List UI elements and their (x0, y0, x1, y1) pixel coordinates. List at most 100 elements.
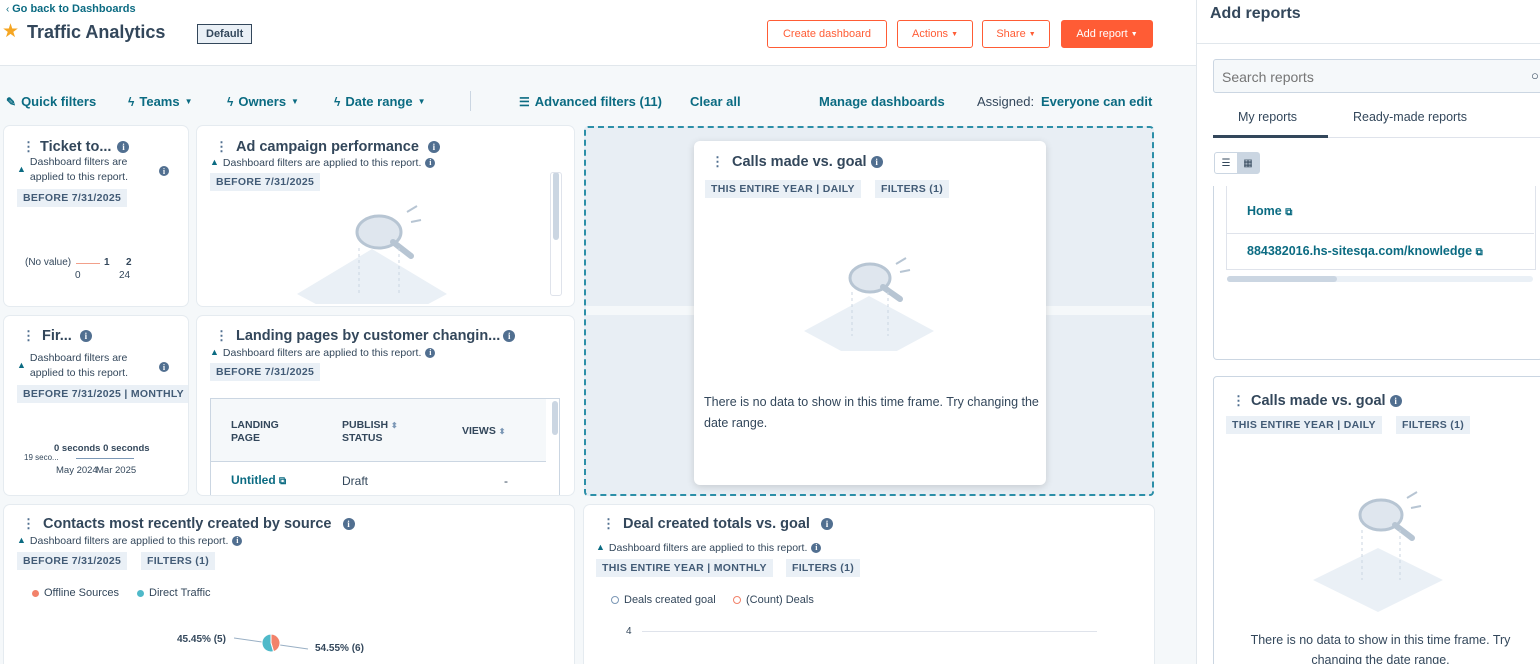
column-header-publish-status[interactable]: PUBLISH ⬍ STATUS (342, 419, 398, 445)
row-divider (1226, 233, 1534, 234)
add-report-button[interactable]: Add report ▼ (1061, 20, 1153, 48)
drag-handle-icon[interactable]: ⋮ (711, 154, 724, 170)
note-text: Dashboard filters are applied to this re… (222, 157, 422, 169)
info-icon[interactable]: i (79, 330, 92, 342)
legend-item[interactable]: (Count) Deals (733, 594, 814, 606)
legend-dot (137, 589, 144, 597)
filters-tag: FILTERS (1) (786, 559, 861, 577)
list-view-icon[interactable]: ☰ (1215, 153, 1237, 173)
no-data-message: There is no data to show in this time fr… (704, 395, 1039, 430)
drag-handle-icon[interactable]: ⋮ (215, 139, 228, 155)
note-text: Dashboard filters are applied to this re… (222, 347, 422, 359)
column-header-landing-page[interactable]: LANDING PAGE (231, 419, 279, 445)
preview-no-data-message: There is no data to show in this time fr… (1228, 630, 1533, 664)
info-icon[interactable]: i (159, 362, 169, 372)
assigned-value: Everyone can edit (1041, 94, 1153, 109)
axis-tick: 24 (119, 270, 131, 281)
report-card-contacts[interactable]: ⋮ Contacts most recently created by sour… (4, 505, 574, 664)
pie-label: 45.45% (5) (177, 634, 226, 645)
teams-label: Teams (139, 94, 180, 109)
clear-all-button[interactable]: Clear all (690, 94, 741, 109)
horizontal-scrollbar[interactable] (1227, 276, 1337, 282)
info-icon[interactable]: i (427, 141, 440, 153)
add-report-label: Add report (1076, 28, 1128, 40)
page-title: Traffic Analytics (27, 22, 166, 42)
info-icon[interactable]: i (870, 156, 883, 168)
info-icon[interactable]: i (425, 158, 436, 168)
preview-title: Calls made vs. goal (1251, 393, 1386, 409)
filters-applied-note: ▲ Dashboard filters are applied to this … (210, 346, 436, 361)
header-label: VIEWS (462, 425, 496, 437)
drag-handle-icon[interactable]: ⋮ (22, 139, 35, 155)
info-icon[interactable]: i (117, 141, 130, 153)
owners-filter[interactable]: ϟ Owners ▼ (227, 94, 299, 109)
date-tag: BEFORE 7/31/2025 (210, 363, 321, 381)
info-icon[interactable]: i (159, 166, 169, 176)
bolt-icon: ϟ (334, 94, 341, 109)
legend-series-1: 1 (104, 257, 110, 268)
list-item-label: Home (1247, 204, 1282, 218)
info-icon[interactable]: i (1389, 395, 1402, 407)
drag-handle-icon[interactable]: ⋮ (22, 516, 35, 532)
vertical-scrollbar[interactable] (552, 401, 558, 435)
report-card-landing-pages[interactable]: ⋮ Landing pages by customer changin... i… (197, 316, 574, 495)
drag-handle-icon[interactable]: ⋮ (215, 328, 228, 344)
filters-applied-note: ▲ Dashboard filters are applied to this … (17, 155, 167, 184)
info-icon[interactable]: i (425, 348, 436, 358)
report-list-item-home[interactable]: Home ⧉ (1247, 204, 1292, 218)
tab-my-reports[interactable]: My reports (1238, 110, 1297, 124)
info-icon[interactable]: i (232, 536, 243, 546)
search-icon[interactable]: ○ (1531, 68, 1539, 83)
view-toggle[interactable]: ☰ ▦ (1214, 152, 1260, 174)
advanced-filters-button[interactable]: ☰ Advanced filters (11) (519, 94, 662, 109)
axis-tick: 0 (75, 270, 81, 281)
assigned-value-link[interactable]: Everyone can edit (1041, 94, 1152, 109)
manage-dashboards-label: Manage dashboards (819, 94, 945, 109)
legend-line (76, 263, 100, 264)
pie-label: 54.55% (6) (315, 643, 364, 654)
info-icon[interactable]: i (811, 543, 822, 553)
manage-dashboards-link[interactable]: Manage dashboards (819, 94, 945, 109)
report-card-ad-campaign[interactable]: ⋮ Ad campaign performance i ▲ Dashboard … (197, 126, 574, 306)
share-button[interactable]: Share ▼ (982, 20, 1050, 48)
date-range-filter[interactable]: ϟ Date range ▼ (334, 94, 425, 109)
data-table: LANDING PAGE PUBLISH ⬍ STATUS VIEWS ⬍ Un… (210, 398, 560, 495)
external-link-icon: ⧉ (1475, 247, 1483, 258)
default-badge: Default (197, 24, 253, 44)
quick-filters-button[interactable]: ✎ Quick filters (6, 94, 96, 109)
legend-no-value: (No value) (25, 257, 72, 268)
filter-divider (470, 91, 471, 111)
table-row-link[interactable]: Untitled ⧉ (231, 473, 286, 487)
back-to-dashboards-link[interactable]: ‹ Go back to Dashboards (6, 3, 136, 15)
card-title: Fir... (42, 328, 72, 344)
note-line: Dashboard filters are (29, 352, 128, 364)
tab-ready-made-reports[interactable]: Ready-made reports (1353, 110, 1467, 124)
create-dashboard-button[interactable]: Create dashboard (767, 20, 887, 48)
favorite-star-icon[interactable]: ★ (2, 22, 19, 41)
filters-tag: FILTERS (1) (875, 180, 950, 198)
actions-button[interactable]: Actions ▼ (897, 20, 973, 48)
report-card-fir[interactable]: ⋮ Fir... i ▲ Dashboard filters are appli… (4, 316, 188, 495)
advanced-filters-label: Advanced filters (11) (534, 94, 662, 109)
legend-item[interactable]: Direct Traffic (137, 587, 211, 599)
sort-icon: ⬍ (498, 427, 506, 436)
search-input[interactable] (1222, 69, 1522, 85)
info-icon[interactable]: i (503, 330, 516, 342)
report-card-calls-dragging[interactable]: ⋮ Calls made vs. goal i THIS ENTIRE YEAR… (694, 141, 1046, 485)
column-header-views[interactable]: VIEWS ⬍ (462, 425, 505, 437)
drag-handle-icon[interactable]: ⋮ (22, 328, 35, 344)
teams-filter[interactable]: ϟ Teams ▼ (128, 94, 193, 109)
note-line: applied to this report. (29, 170, 128, 183)
drag-handle-icon[interactable]: ⋮ (602, 516, 615, 532)
grid-view-icon[interactable]: ▦ (1237, 153, 1259, 173)
card-header: ⋮ Fir... i (22, 328, 92, 344)
legend-item[interactable]: Offline Sources (32, 587, 119, 599)
drag-handle-icon[interactable]: ⋮ (1232, 393, 1245, 409)
legend-item[interactable]: Deals created goal (611, 594, 716, 606)
back-link-label: Go back to Dashboards (12, 3, 136, 15)
info-icon[interactable]: i (342, 518, 355, 530)
info-icon[interactable]: i (820, 518, 833, 530)
report-card-deal-created[interactable]: ⋮ Deal created totals vs. goal i ▲ Dashb… (584, 505, 1154, 664)
report-list-item-knowledge[interactable]: 884382016.hs-sitesqa.com/knowledge ⧉ (1247, 244, 1483, 258)
report-card-ticket[interactable]: ⋮ Ticket to... i ▲ Dashboard filters are… (4, 126, 188, 306)
